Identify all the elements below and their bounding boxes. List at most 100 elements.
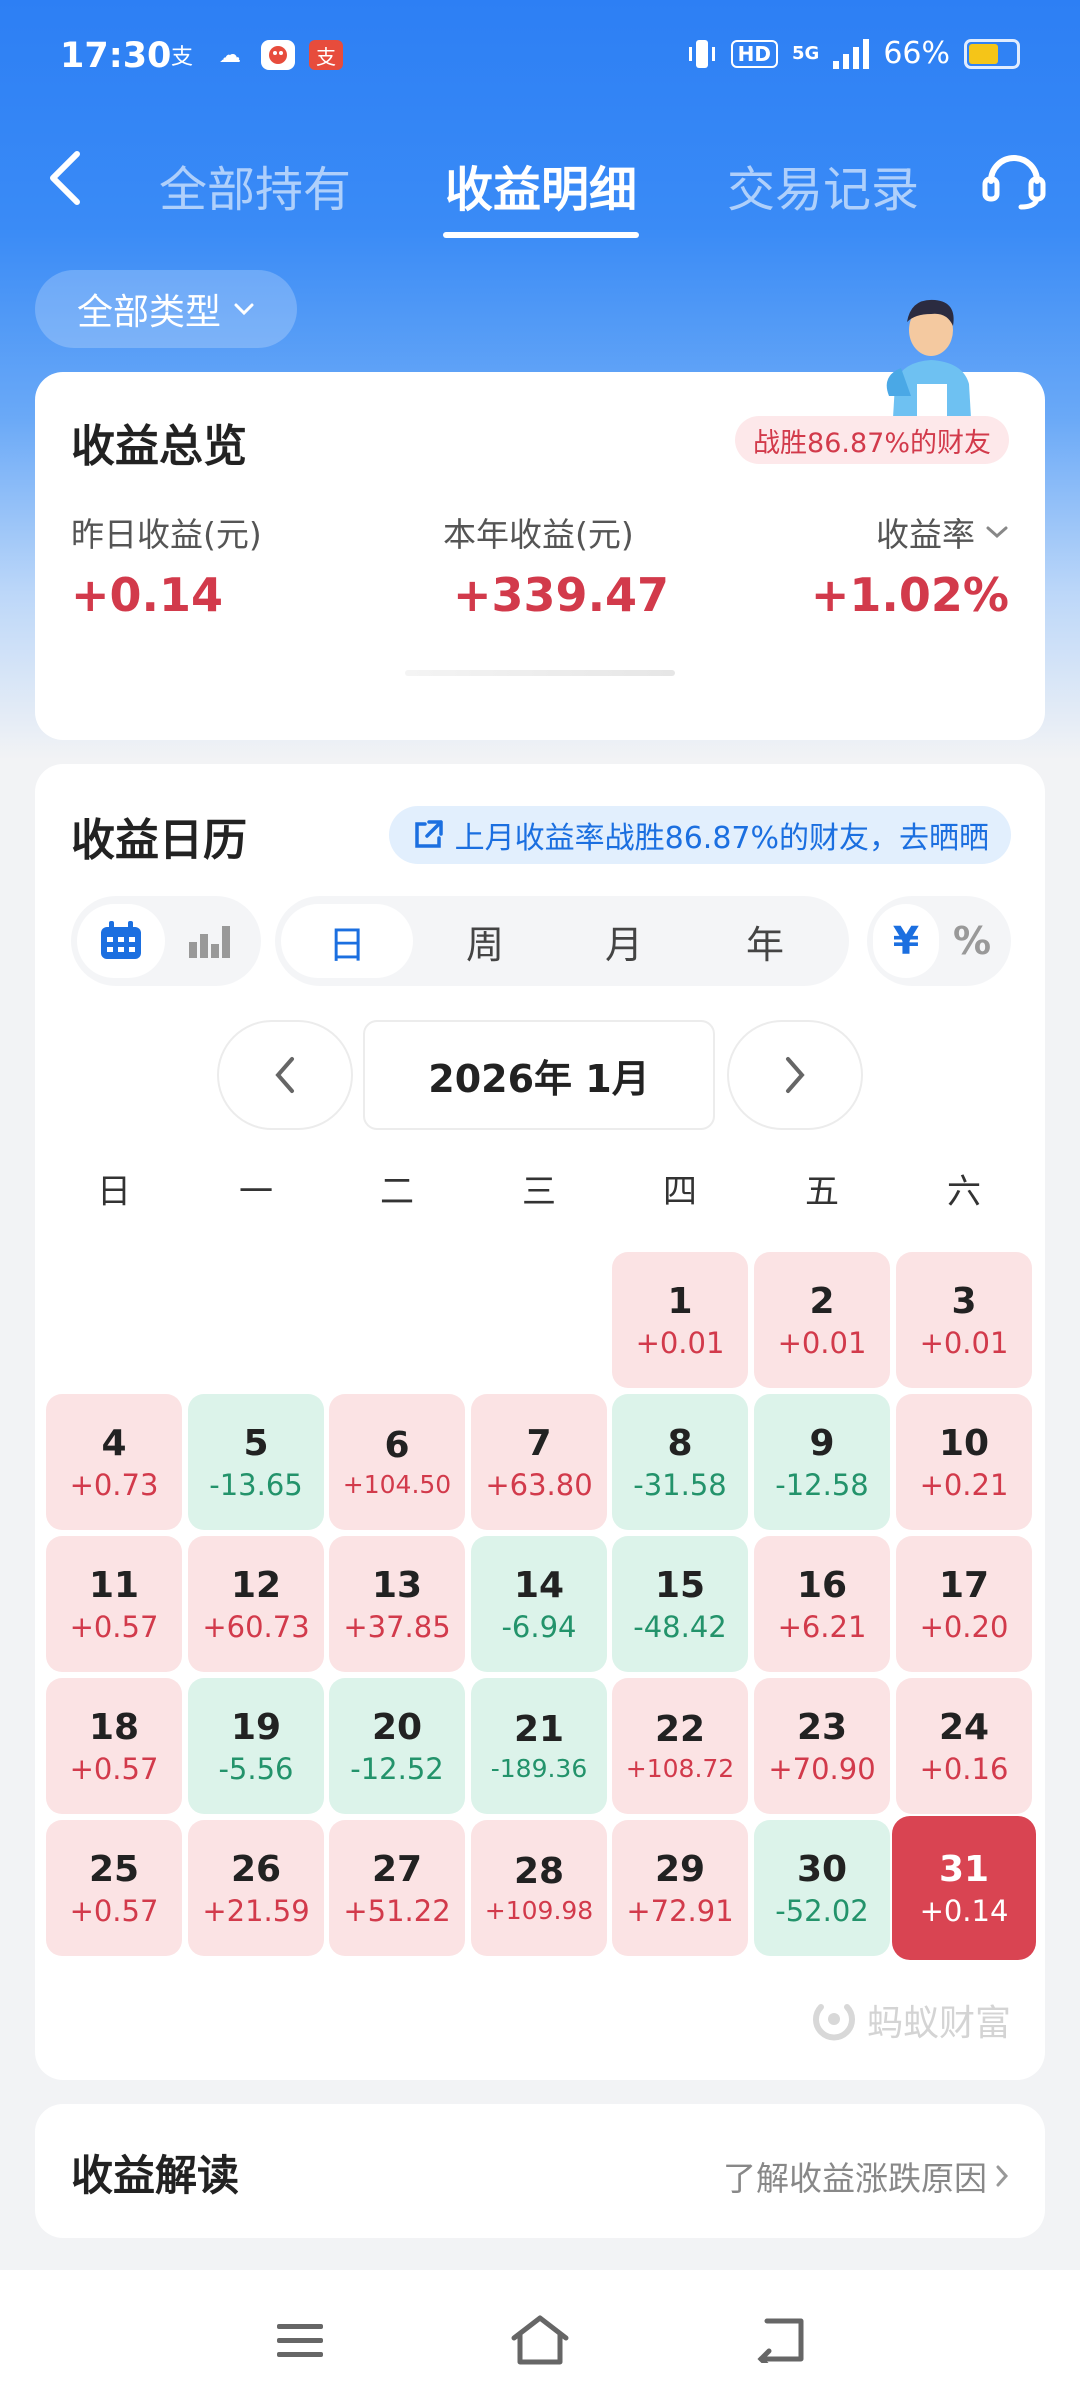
day-earnings-value: +0.21 [919, 1467, 1009, 1502]
calendar-day[interactable]: 18 +0.57 [46, 1678, 182, 1814]
return-icon [757, 2318, 804, 2363]
calendar-day[interactable]: 31 +0.14 [892, 1816, 1036, 1960]
period-month-button[interactable]: 月 [557, 904, 691, 978]
return-rate-selector[interactable]: 收益率 [876, 508, 1009, 556]
period-year-button[interactable]: 年 [691, 904, 839, 978]
day-number: 16 [796, 1564, 848, 1606]
day-number: 27 [371, 1848, 423, 1890]
status-indicators: HD 5G 66% [687, 36, 1020, 71]
tab-all-holdings[interactable]: 全部持有 [150, 138, 360, 238]
day-earnings-value: +21.59 [202, 1893, 310, 1928]
interpretation-title: 收益解读 [71, 2151, 240, 2200]
earnings-calendar-card: 收益日历 上月收益率战胜86.87%的财友，去晒晒 日 周 月 年 ¥ % 20… [35, 764, 1045, 2080]
interpretation-link[interactable]: 了解收益涨跌原因 [723, 2152, 1009, 2200]
prev-month-button[interactable] [217, 1020, 353, 1130]
calendar-day[interactable]: 21 -189.36 [471, 1678, 607, 1814]
day-number: 26 [230, 1848, 282, 1890]
chevron-right-icon [786, 1057, 805, 1093]
weekday-sun: 日 [97, 1172, 131, 1212]
calendar-day[interactable]: 30 -52.02 [754, 1820, 890, 1956]
calendar-day[interactable]: 9 -12.58 [754, 1394, 890, 1530]
calendar-day[interactable]: 13 +37.85 [329, 1536, 465, 1672]
calendar-day[interactable]: 27 +51.22 [329, 1820, 465, 1956]
chevron-left-icon [275, 1057, 294, 1093]
day-number: 12 [230, 1564, 282, 1606]
battery-icon [964, 38, 1020, 69]
calendar-day[interactable]: 10 +0.21 [896, 1394, 1032, 1530]
calendar-day[interactable]: 23 +70.90 [754, 1678, 890, 1814]
unit-yuan-button[interactable]: ¥ [873, 904, 939, 978]
calendar-day[interactable]: 26 +21.59 [188, 1820, 324, 1956]
return-rate-label: 收益率 [876, 515, 975, 554]
calendar-day[interactable]: 22 +108.72 [612, 1678, 748, 1814]
calendar-view-button[interactable] [77, 904, 165, 978]
share-banner[interactable]: 上月收益率战胜86.87%的财友，去晒晒 [388, 806, 1011, 864]
calendar-day[interactable]: 12 +60.73 [188, 1536, 324, 1672]
active-tab-indicator [443, 232, 639, 238]
calendar-day[interactable]: 6 +104.50 [329, 1394, 465, 1530]
win-rate-badge[interactable]: 战胜86.87%的财友 [735, 416, 1009, 464]
day-earnings-value: +63.80 [485, 1467, 593, 1502]
day-number: 10 [938, 1422, 990, 1464]
day-number: 28 [513, 1851, 565, 1892]
day-earnings-value: +104.50 [342, 1470, 452, 1499]
day-earnings-value: +0.57 [69, 1609, 159, 1644]
type-filter-dropdown[interactable]: 全部类型 [35, 270, 297, 348]
tab-trade-records[interactable]: 交易记录 [718, 138, 928, 238]
day-earnings-value: -52.02 [775, 1893, 869, 1928]
day-number: 24 [938, 1706, 990, 1748]
calendar-day[interactable]: 11 +0.57 [46, 1536, 182, 1672]
battery-level [969, 43, 998, 64]
day-earnings-value: -13.65 [209, 1467, 303, 1502]
type-filter-label: 全部类型 [76, 292, 221, 333]
calendar-day[interactable]: 3 +0.01 [896, 1252, 1032, 1388]
calendar-day[interactable]: 8 -31.58 [612, 1394, 748, 1530]
chart-view-button[interactable] [165, 904, 253, 978]
calendar-day[interactable]: 7 +63.80 [471, 1394, 607, 1530]
day-number: 22 [654, 1709, 706, 1750]
earnings-interpretation-card[interactable]: 收益解读 了解收益涨跌原因 [35, 2104, 1045, 2238]
period-day-button[interactable]: 日 [281, 904, 413, 978]
period-week-button[interactable]: 周 [413, 904, 557, 978]
calendar-day[interactable]: 16 +6.21 [754, 1536, 890, 1672]
calendar-day[interactable]: 1 +0.01 [612, 1252, 748, 1388]
customer-service-button[interactable] [972, 136, 1056, 220]
calendar-day[interactable]: 25 +0.57 [46, 1820, 182, 1956]
calendar-day[interactable]: 5 -13.65 [188, 1394, 324, 1530]
month-label[interactable]: 2026年 1月 [363, 1020, 715, 1130]
home-icon [511, 2315, 569, 2365]
day-earnings-value: -6.94 [501, 1609, 577, 1644]
calendar-day[interactable]: 2 +0.01 [754, 1252, 890, 1388]
calendar-day[interactable]: 19 -5.56 [188, 1678, 324, 1814]
home-button[interactable] [500, 2300, 580, 2380]
tab-earnings-detail[interactable]: 收益明细 [436, 138, 646, 238]
menu-button[interactable] [260, 2300, 340, 2380]
calendar-day[interactable]: 24 +0.16 [896, 1678, 1032, 1814]
calendar-day[interactable]: 28 +109.98 [471, 1820, 607, 1956]
next-month-button[interactable] [727, 1020, 863, 1130]
calendar-title: 收益日历 [71, 815, 247, 866]
back-button[interactable] [30, 138, 100, 218]
calendar-day[interactable]: 4 +0.73 [46, 1394, 182, 1530]
calendar-day[interactable]: 17 +0.20 [896, 1536, 1032, 1672]
day-number: 14 [513, 1564, 565, 1606]
unit-percent-button[interactable]: % [939, 904, 1005, 978]
day-earnings-value: +0.57 [69, 1751, 159, 1786]
calendar-day[interactable]: 29 +72.91 [612, 1820, 748, 1956]
calendar-day[interactable]: 20 -12.52 [329, 1678, 465, 1814]
signal-icon [833, 38, 870, 69]
ant-fortune-logo-icon [812, 2004, 855, 2041]
chevron-down-icon [986, 526, 1008, 539]
day-earnings-value: -31.58 [633, 1467, 727, 1502]
day-number: 31 [938, 1848, 990, 1890]
day-number: 6 [384, 1425, 410, 1466]
day-earnings-value: +6.21 [777, 1609, 867, 1644]
bar-chart-icon [189, 926, 230, 958]
back-nav-button[interactable] [740, 2300, 820, 2380]
system-nav-bar [0, 2270, 1080, 2400]
overview-scroll-indicator [405, 670, 675, 676]
interpretation-link-text: 了解收益涨跌原因 [723, 2159, 987, 2198]
day-number: 19 [230, 1706, 282, 1748]
calendar-day[interactable]: 14 -6.94 [471, 1536, 607, 1672]
calendar-day[interactable]: 15 -48.42 [612, 1536, 748, 1672]
